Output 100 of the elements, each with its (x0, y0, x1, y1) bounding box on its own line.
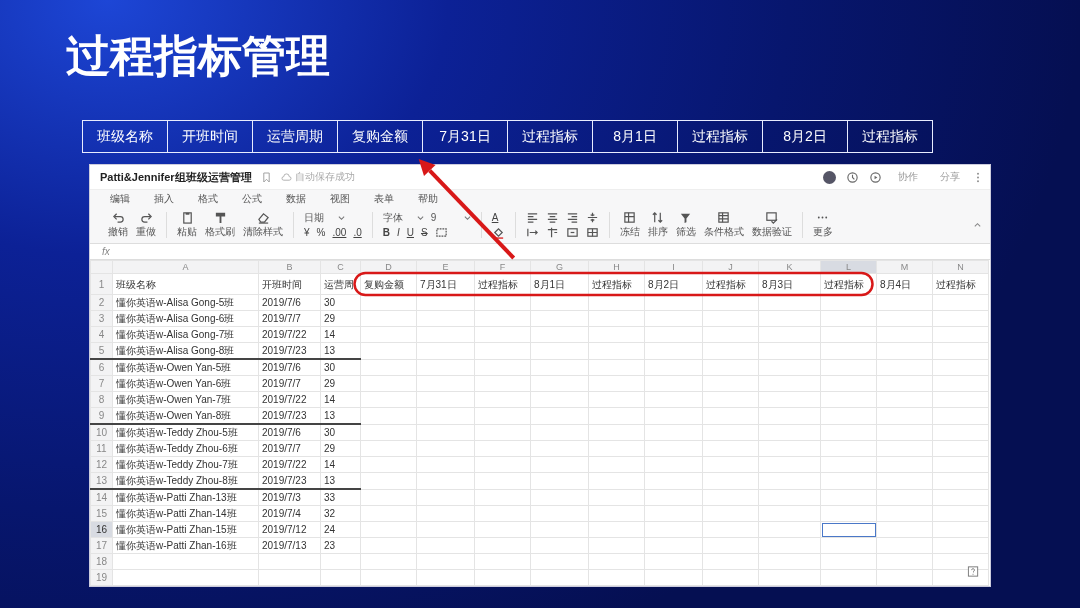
format-button[interactable]: A (491, 211, 499, 224)
more-button[interactable]: 更多 (812, 211, 833, 239)
border-button[interactable] (434, 226, 448, 239)
table-cell: 29 (320, 375, 361, 392)
table-cell: 懂你英语w-Teddy Zhou-7班 (112, 456, 259, 473)
border-icon (434, 226, 448, 239)
toolbar-separator (480, 212, 482, 238)
table-cell: 30 (320, 294, 361, 311)
table-cell: 14 (320, 391, 361, 408)
menu-item[interactable]: 数据 (286, 191, 306, 206)
dropdown[interactable]: 日期 (304, 210, 345, 225)
present-icon[interactable] (869, 170, 882, 184)
table-cell: 2019/7/7 (258, 440, 321, 457)
format-button[interactable]: U (406, 226, 414, 239)
align-right-button[interactable] (565, 211, 579, 224)
menu-item[interactable]: 插入 (154, 191, 174, 206)
menu-item[interactable]: 视图 (330, 191, 350, 206)
table-cell: 懂你英语w-Patti Zhan-13班 (112, 489, 259, 506)
caret-icon (338, 214, 345, 221)
table-cell: 30 (320, 359, 361, 376)
table-cell: 13 (320, 472, 361, 489)
dropdown[interactable]: 9 (430, 212, 471, 223)
format-button[interactable]: % (316, 226, 326, 239)
cloud-icon (280, 172, 292, 182)
table-cell: 开班时间 (258, 273, 321, 295)
table-cell: 23 (320, 537, 361, 554)
row-number[interactable]: 1 (90, 273, 113, 295)
grid-button[interactable]: 冻结 (619, 211, 640, 239)
table-cell: 懂你英语w-Alisa Gong-5班 (112, 294, 259, 311)
table-cell: 懂你英语w-Alisa Gong-8班 (112, 342, 259, 359)
caret-icon (463, 214, 471, 221)
sort-button[interactable]: 排序 (647, 211, 668, 239)
format-brush-button[interactable]: 格式刷 (205, 211, 235, 239)
header-label: 班级名称 (82, 120, 168, 153)
header-label: 7月31日 (422, 120, 508, 153)
dropdown[interactable]: 字体 (382, 210, 424, 225)
format-button[interactable]: .00 (332, 226, 347, 239)
fill-bucket-icon (491, 226, 505, 239)
table-cell: 懂你英语w-Patti Zhan-15班 (112, 521, 259, 538)
checklist-icon (765, 211, 779, 224)
table-cell: 2019/7/7 (258, 310, 321, 327)
table-cell: 2019/7/23 (258, 407, 321, 424)
menu-item[interactable]: 编辑 (110, 191, 130, 206)
header-label: 开班时间 (167, 120, 253, 153)
more-icon[interactable] (976, 170, 980, 184)
menu-item[interactable]: 格式 (198, 191, 218, 206)
collapse-icon[interactable] (973, 220, 982, 230)
table-cell: 2019/7/4 (258, 505, 321, 522)
table-cell: 33 (320, 489, 361, 506)
align-center-icon (545, 211, 559, 224)
clipboard-icon (180, 211, 194, 224)
table-cell: 运营周 (320, 273, 361, 295)
table-cell: 2019/7/3 (258, 489, 321, 506)
align-left-icon (525, 211, 539, 224)
formula-label: fx (102, 246, 110, 257)
menu-item[interactable]: 表单 (374, 191, 394, 206)
table-icon (717, 211, 731, 224)
checklist-button[interactable]: 数据验证 (751, 211, 792, 239)
grid-button[interactable] (585, 226, 599, 239)
format-button[interactable]: ¥ (304, 226, 310, 239)
column-header[interactable]: N (932, 260, 989, 274)
eraser-icon (256, 211, 270, 224)
table-cell: 懂你英语w-Alisa Gong-7班 (112, 326, 259, 343)
menu-item[interactable]: 帮助 (418, 191, 438, 206)
filter-button[interactable]: 筛选 (675, 211, 696, 239)
slide-title: 过程指标管理 (66, 30, 330, 82)
table-cell: 班级名称 (112, 273, 259, 295)
redo-button[interactable]: 重做 (136, 211, 156, 239)
column-header[interactable]: M (876, 260, 933, 274)
table-cell: 懂你英语w-Owen Yan-6班 (112, 375, 259, 392)
column-header[interactable]: C (320, 260, 361, 274)
fill-bucket-button[interactable] (491, 226, 505, 239)
column-header[interactable]: B (258, 260, 321, 274)
merge-icon (565, 226, 579, 239)
clipboard-button[interactable]: 粘贴 (177, 211, 197, 239)
align-left-button[interactable] (525, 211, 539, 224)
indent-icon (525, 226, 539, 239)
history-icon[interactable] (846, 170, 859, 184)
vertical-align-button[interactable] (585, 211, 599, 224)
indent-button[interactable] (525, 226, 539, 239)
table-button[interactable]: 条件格式 (703, 211, 744, 239)
table-cell: 2019/7/7 (258, 375, 321, 392)
vertical-align-icon (585, 211, 599, 224)
eraser-button[interactable]: 清除样式 (243, 211, 283, 239)
table-cell: 懂你英语w-Teddy Zhou-8班 (112, 472, 259, 489)
action-button[interactable]: 协作 (892, 168, 924, 186)
format-button[interactable]: I (396, 226, 400, 239)
column-header[interactable]: A (112, 260, 259, 274)
format-button[interactable]: .0 (353, 226, 362, 239)
avatar-icon[interactable] (823, 170, 836, 184)
format-button[interactable]: S (420, 226, 428, 239)
align-center-button[interactable] (545, 211, 559, 224)
format-button[interactable]: B (382, 226, 390, 239)
help-icon[interactable] (967, 565, 980, 578)
menu-item[interactable]: 公式 (242, 191, 262, 206)
undo-button[interactable]: 撤销 (108, 211, 128, 239)
merge-button[interactable] (565, 226, 579, 239)
caret-icon (416, 214, 424, 221)
table-cell: 懂你英语w-Patti Zhan-16班 (112, 537, 259, 554)
action-button[interactable]: 分享 (934, 168, 966, 186)
